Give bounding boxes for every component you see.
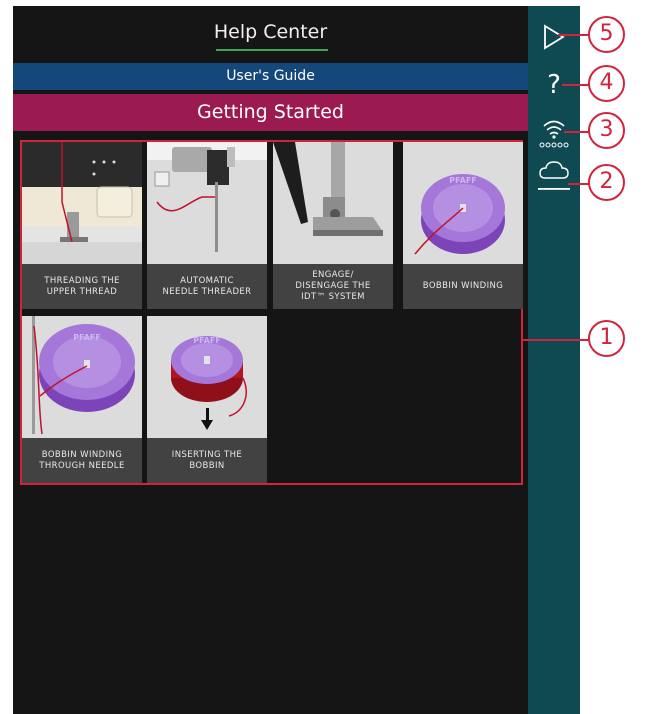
tile-caption: BOBBIN WINDING [403, 264, 523, 309]
callout-1: 1 [588, 320, 625, 357]
play-icon[interactable] [528, 22, 580, 52]
callout-5: 5 [588, 16, 625, 53]
insert-bobbin-image: PFAFF [147, 316, 267, 438]
needle-threader-image [147, 142, 267, 264]
users-guide-bar[interactable]: User's Guide [13, 63, 528, 90]
tile-caption: INSERTING THE BOBBIN [147, 438, 267, 483]
help-center-screen: Help Center User's Guide Getting Started… [13, 6, 528, 714]
bobbin-needle-image: PFAFF [22, 316, 142, 438]
callout-2: 2 [588, 164, 625, 201]
bobbin-brand: PFAFF [193, 336, 221, 345]
callout-4: 4 [588, 65, 625, 102]
callout-line-5 [558, 34, 592, 36]
tile-caption: AUTOMATIC NEEDLE THREADER [147, 264, 267, 309]
callout-3: 3 [588, 112, 625, 149]
tile-inserting-the-bobbin[interactable]: PFAFF INSERTING THE BOBBIN [147, 316, 267, 483]
tile-caption: THREADING THE UPPER THREAD [22, 264, 142, 309]
tile-caption: BOBBIN WINDING THROUGH NEEDLE [22, 438, 142, 483]
bobbin-brand: PFAFF [73, 333, 101, 342]
tile-caption: ENGAGE/ DISENGAGE THE IDT™ SYSTEM [273, 264, 393, 309]
bobbin-brand: PFAFF [449, 176, 477, 185]
title-bar: Help Center [13, 6, 528, 63]
right-sidebar: ? [528, 6, 580, 714]
tile-bobbin-winding[interactable]: PFAFF BOBBIN WINDING [403, 142, 523, 309]
sewing-machine-image [22, 142, 142, 264]
section-getting-started[interactable]: Getting Started [13, 94, 528, 131]
cloud-icon[interactable] [528, 156, 580, 196]
tile-bobbin-winding-through-needle[interactable]: PFAFF BOBBIN WINDING THROUGH NEEDLE [22, 316, 142, 483]
bobbin-image: PFAFF [403, 142, 523, 264]
tile-engage-idt-system[interactable]: ENGAGE/ DISENGAGE THE IDT™ SYSTEM [273, 142, 393, 309]
title-underline [216, 49, 328, 51]
presser-foot-image [273, 142, 393, 264]
callout-line-1 [523, 339, 592, 341]
tile-automatic-needle-threader[interactable]: AUTOMATIC NEEDLE THREADER [147, 142, 267, 309]
tile-threading-upper-thread[interactable]: THREADING THE UPPER THREAD [22, 142, 142, 309]
